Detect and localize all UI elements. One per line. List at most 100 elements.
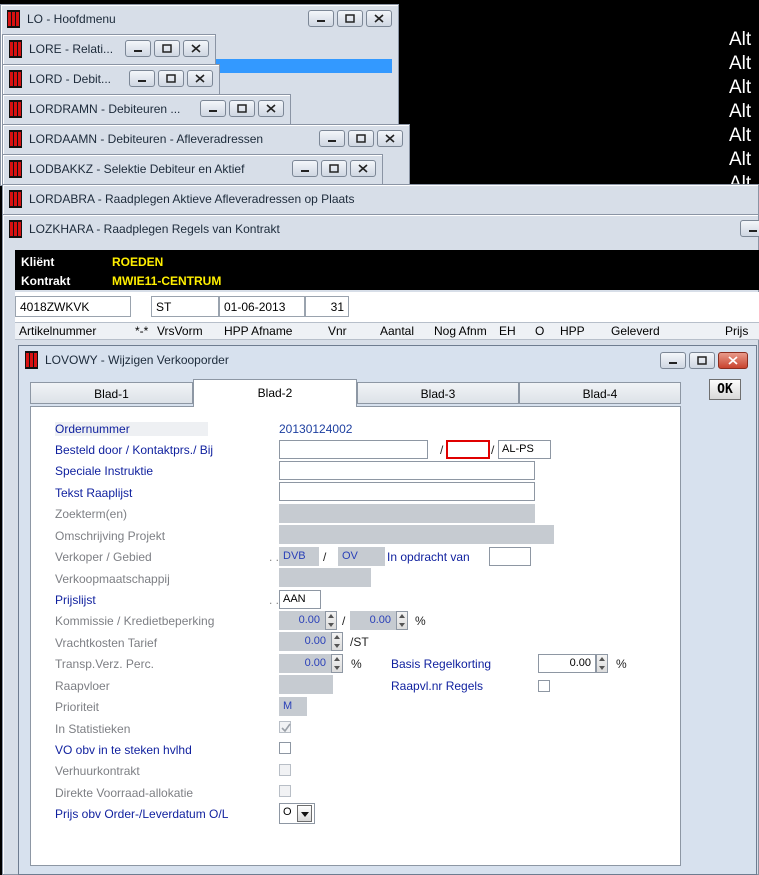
label-besteld-door: Besteld door / Kontaktprs./ Bij xyxy=(55,443,214,457)
chevron-down-icon[interactable] xyxy=(297,805,312,822)
vrachtkosten-input: 0.00 xyxy=(279,632,331,651)
close-button[interactable] xyxy=(258,100,284,117)
kredietbeperking-spinner xyxy=(396,611,408,630)
value-ordernummer: 20130124002 xyxy=(279,422,353,436)
titlebar[interactable]: LORDRAMN - Debiteuren ... xyxy=(3,95,290,122)
titlebar[interactable]: LORE - Relati... xyxy=(3,35,215,62)
label-verkoper-gebied: Verkoper / Gebied xyxy=(55,550,152,564)
maximize-button[interactable] xyxy=(158,70,184,87)
minimize-button[interactable] xyxy=(308,10,334,27)
col-star[interactable]: *-* xyxy=(135,324,148,338)
console-line: Alt xyxy=(729,77,752,98)
minimize-button[interactable] xyxy=(660,352,686,369)
label-direkte-voorraad-allokatie: Direkte Voorraad-allokatie xyxy=(55,786,194,800)
titlebar[interactable]: LO - Hoofdmenu xyxy=(1,5,398,32)
kommissie-input: 0.00 xyxy=(279,611,325,630)
close-button[interactable] xyxy=(718,352,748,369)
basis-regelkorting-input[interactable]: 0.00 xyxy=(538,654,596,673)
app-icon xyxy=(25,350,38,369)
tab-blad-2[interactable]: Blad-2 xyxy=(193,379,357,407)
minimize-button[interactable] xyxy=(125,40,151,57)
column-header: Artikelnummer *-* VrsVorm HPP Afname Vnr… xyxy=(15,322,759,340)
close-button[interactable] xyxy=(366,10,392,27)
label-raapvl-nr-regels: Raapvl.nr Regels xyxy=(391,679,484,693)
titlebar[interactable]: LORD - Debit... xyxy=(3,65,219,92)
tekst-raaplijst-input[interactable] xyxy=(279,482,535,501)
maximize-button[interactable] xyxy=(321,160,347,177)
percent-unit: % xyxy=(415,614,426,628)
col-vrsvorm[interactable]: VrsVorm xyxy=(157,324,203,338)
window-title: LORD - Debit... xyxy=(29,71,112,86)
col-nog-afnm[interactable]: Nog Afnm xyxy=(434,324,487,338)
close-button[interactable] xyxy=(377,130,403,147)
maximize-button[interactable] xyxy=(689,352,715,369)
dialog-titlebar[interactable]: LOVOWY - Wijzigen Verkooporder xyxy=(19,346,756,373)
window-title: LORE - Relati... xyxy=(29,41,114,56)
maximize-icon xyxy=(356,134,366,143)
tab-blad-4[interactable]: Blad-4 xyxy=(519,382,681,404)
titlebar[interactable]: LOZKHARA - Raadplegen Regels van Kontrak… xyxy=(3,215,759,242)
contract-label: Kontrakt xyxy=(21,274,71,288)
window-title: LORDABRA - Raadplegen Aktieve Afleveradr… xyxy=(29,191,355,206)
close-button[interactable] xyxy=(183,40,209,57)
maximize-button[interactable] xyxy=(154,40,180,57)
label-in-statistieken: In Statistieken xyxy=(55,722,131,736)
maximize-icon xyxy=(329,164,339,173)
prioriteit-input: M xyxy=(279,697,307,716)
vo-obv-checkbox[interactable] xyxy=(279,742,291,754)
col-o[interactable]: O xyxy=(535,324,544,338)
verhuurkontrakt-checkbox xyxy=(279,764,291,776)
ok-button[interactable]: OK xyxy=(709,379,741,400)
maximize-button[interactable] xyxy=(229,100,255,117)
raapvloer-input xyxy=(279,675,333,694)
label-prijslijst: Prijslijst xyxy=(55,593,96,607)
minimize-button[interactable] xyxy=(200,100,226,117)
maximize-button[interactable] xyxy=(348,130,374,147)
console-line: Alt xyxy=(729,149,752,170)
percent-unit: % xyxy=(351,657,362,671)
besteld-door-input[interactable] xyxy=(279,440,428,459)
window-title: LOZKHARA - Raadplegen Regels van Kontrak… xyxy=(29,221,280,236)
close-icon xyxy=(195,74,205,83)
raapvl-nr-regels-checkbox[interactable] xyxy=(538,680,550,692)
close-button[interactable] xyxy=(350,160,376,177)
prijslijst-input[interactable]: AAN xyxy=(279,590,321,609)
col-vnr[interactable]: Vnr xyxy=(328,324,347,338)
bij-input[interactable]: AL-PS xyxy=(498,440,551,459)
dialog-wijzigen-verkooporder[interactable]: LOVOWY - Wijzigen Verkooporder Blad-1 Bl… xyxy=(18,345,757,875)
label-transp-verz-perc: Transp.Verz. Perc. xyxy=(55,657,154,671)
titlebar[interactable]: LORDABRA - Raadplegen Aktieve Afleveradr… xyxy=(3,185,758,212)
col-eh[interactable]: EH xyxy=(499,324,516,338)
kontaktpersoon-input[interactable] xyxy=(446,440,490,459)
col-geleverd[interactable]: Geleverd xyxy=(611,324,660,338)
client-label: Kliënt xyxy=(21,255,55,269)
minimize-button[interactable] xyxy=(292,160,318,177)
menu-selection[interactable] xyxy=(201,59,392,73)
col-hpp[interactable]: HPP xyxy=(560,324,585,338)
col-artikelnummer[interactable]: Artikelnummer xyxy=(19,324,96,338)
client-value: ROEDEN xyxy=(112,255,164,269)
minimize-button[interactable] xyxy=(319,130,345,147)
in-opdracht-van-input[interactable] xyxy=(489,547,531,566)
maximize-button[interactable] xyxy=(337,10,363,27)
close-button[interactable] xyxy=(187,70,213,87)
col-aantal[interactable]: Aantal xyxy=(380,324,414,338)
label-tekst-raaplijst: Tekst Raaplijst xyxy=(55,486,133,500)
separator: / xyxy=(323,550,327,564)
tab-blad-1[interactable]: Blad-1 xyxy=(30,382,193,404)
speciale-instruktie-input[interactable] xyxy=(279,461,535,480)
label-verhuurkontrakt: Verhuurkontrakt xyxy=(55,764,140,778)
tab-blad-3[interactable]: Blad-3 xyxy=(357,382,519,404)
window-lordabra[interactable]: LORDABRA - Raadplegen Aktieve Afleveradr… xyxy=(2,184,759,216)
close-icon xyxy=(358,164,368,173)
titlebar[interactable]: LODBAKKZ - Selektie Debiteur en Aktief xyxy=(3,155,382,182)
basis-regelkorting-spinner[interactable] xyxy=(596,654,608,673)
titlebar[interactable]: LORDAAMN - Debiteuren - Afleveradressen xyxy=(3,125,409,152)
col-prijs[interactable]: Prijs xyxy=(725,324,748,338)
minimize-button[interactable] xyxy=(129,70,155,87)
in-statistieken-checkbox xyxy=(279,721,291,733)
close-icon xyxy=(191,44,201,53)
minimize-button[interactable] xyxy=(740,220,759,237)
window-lodbakkz[interactable]: LODBAKKZ - Selektie Debiteur en Aktief xyxy=(2,154,383,186)
col-hpp-afname[interactable]: HPP Afname xyxy=(224,324,292,338)
